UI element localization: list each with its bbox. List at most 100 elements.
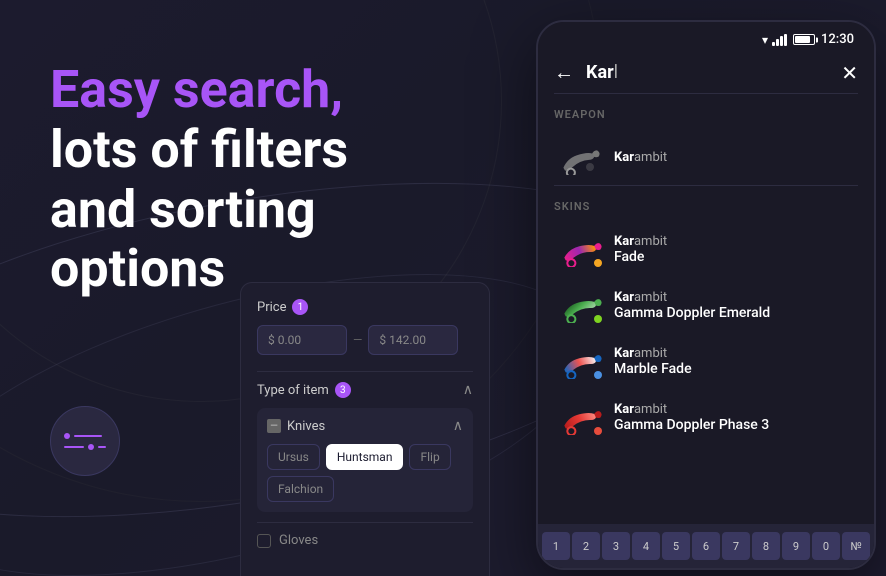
price-inputs: $ 0.00 — $ 142.00 [257,325,473,355]
knife-tag-ursus[interactable]: Ursus [267,444,320,470]
battery-tip [816,37,818,42]
weapon-item-image [554,139,602,175]
back-arrow-icon[interactable]: ← [554,60,574,85]
gloves-label: Gloves [279,533,318,548]
condition-dot-weapon [586,163,594,171]
key-4[interactable]: 4 [632,532,660,560]
key-9[interactable]: 9 [782,532,810,560]
filter-dot-1 [64,433,70,439]
results-area[interactable]: WEAPON Karambit [538,94,874,524]
filter-line-1 [64,433,106,439]
skin-gamma-info: Karambit Gamma Doppler Emerald [614,290,858,321]
knives-chevron-icon: ∧ [453,418,463,434]
phone-mockup: ▾ 12:30 ← Karl ✕ [536,20,876,570]
filter-panel: Price 1 $ 0.00 — $ 142.00 Type of item 3… [240,282,490,576]
key-8[interactable]: 8 [752,532,780,560]
skin-phase3-image [554,399,602,435]
key-6[interactable]: 6 [692,532,720,560]
knife-tag-huntsman[interactable]: Huntsman [326,444,404,470]
skin-phase3-kar: Karambit [614,402,858,417]
filter-bar-2 [64,446,84,448]
headline-line2: lots of filters [50,119,348,180]
gloves-checkbox[interactable] [257,534,271,548]
skin-phase3-info: Karambit Gamma Doppler Phase 3 [614,402,858,433]
skin-fade-image [554,231,602,267]
key-7[interactable]: 7 [722,532,750,560]
signal-bar-4 [784,34,787,46]
skin-marble-name: Marble Fade [614,361,858,377]
price-section: Price 1 $ 0.00 — $ 142.00 [257,299,473,355]
skin-result-marble[interactable]: Karambit Marble Fade [538,333,874,389]
type-header[interactable]: Type of item 3 ∧ [257,371,473,408]
close-search-icon[interactable]: ✕ [841,61,858,85]
key-num[interactable]: № [842,532,870,560]
search-bar: ← Karl ✕ [538,52,874,93]
keyboard-row: 1 2 3 4 5 6 7 8 9 0 № [538,524,874,568]
filter-dot-2 [88,444,94,450]
skin-gamma-image [554,287,602,323]
knife-tag-flip[interactable]: Flip [409,444,450,470]
key-0[interactable]: 0 [812,532,840,560]
price-label-row: Price 1 [257,299,473,315]
filter-icon-circle[interactable] [50,406,120,476]
skin-gamma-ambit: ambit [634,290,667,305]
type-label-text: Type of item [257,383,329,398]
status-bar: ▾ 12:30 [538,22,874,52]
price-from-input[interactable]: $ 0.00 [257,325,347,355]
knife-tag-falchion[interactable]: Falchion [267,476,334,502]
weapon-kar-highlight: Kar [614,150,634,165]
price-label-text: Price [257,300,286,315]
battery-fill [795,36,810,43]
skin-fade-info: Karambit Fade [614,234,858,265]
weapon-section-label: WEAPON [538,94,874,129]
skin-phase3-ambit: ambit [634,402,667,417]
search-query[interactable]: Karl [586,62,829,83]
filter-bar-1 [74,435,102,437]
knife-tags: Ursus Huntsman Flip Falchion [267,444,463,502]
skin-fade-kar: Karambit [614,234,858,249]
condition-dot-phase3 [594,427,602,435]
skin-fade-ambit: ambit [634,234,667,249]
knives-label: Knives [287,419,325,434]
knives-icon: — [267,419,281,433]
filter-line-2 [64,444,106,450]
status-icons: ▾ [762,33,815,47]
skin-result-phase3[interactable]: Karambit Gamma Doppler Phase 3 [538,389,874,445]
skin-result-gamma[interactable]: Karambit Gamma Doppler Emerald [538,277,874,333]
filter-bar-3 [98,446,106,448]
battery-icon [793,34,815,45]
signal-bar-2 [776,39,779,46]
signal-bar-1 [772,42,775,46]
skin-gamma-name: Gamma Doppler Emerald [614,305,858,321]
weapon-ambit: ambit [634,150,667,165]
signal-bar-3 [780,36,783,46]
price-badge: 1 [292,299,308,315]
knives-header: — Knives ∧ [267,418,463,434]
condition-dot-gamma [594,315,602,323]
skin-phase3-highlight: Kar [614,402,634,417]
skin-gamma-highlight: Kar [614,290,634,305]
key-1[interactable]: 1 [542,532,570,560]
key-2[interactable]: 2 [572,532,600,560]
weapon-result-item[interactable]: Karambit [538,129,874,185]
key-3[interactable]: 3 [602,532,630,560]
filter-icon-lines [64,433,106,450]
weapon-item-info: Karambit [614,150,858,165]
skin-result-fade[interactable]: Karambit Fade [538,221,874,277]
skin-marble-ambit: ambit [634,346,667,361]
gloves-row: Gloves [257,522,473,548]
headline: Easy search, lots of filters and sorting… [50,60,410,299]
price-dash: — [353,333,362,347]
skin-fade-highlight: Kar [614,234,634,249]
karambit-weapon-icon [554,139,602,175]
weapon-item-name: Karambit [614,150,858,165]
key-5[interactable]: 5 [662,532,690,560]
wifi-icon: ▾ [762,33,768,47]
skin-fade-name: Fade [614,249,858,265]
skin-marble-info: Karambit Marble Fade [614,346,858,377]
knives-section: — Knives ∧ Ursus Huntsman Flip Falchion [257,408,473,512]
skin-marble-kar: Karambit [614,346,858,361]
price-to-input[interactable]: $ 142.00 [368,325,458,355]
skin-marble-highlight: Kar [614,346,634,361]
search-highlight: Kar [586,62,614,83]
